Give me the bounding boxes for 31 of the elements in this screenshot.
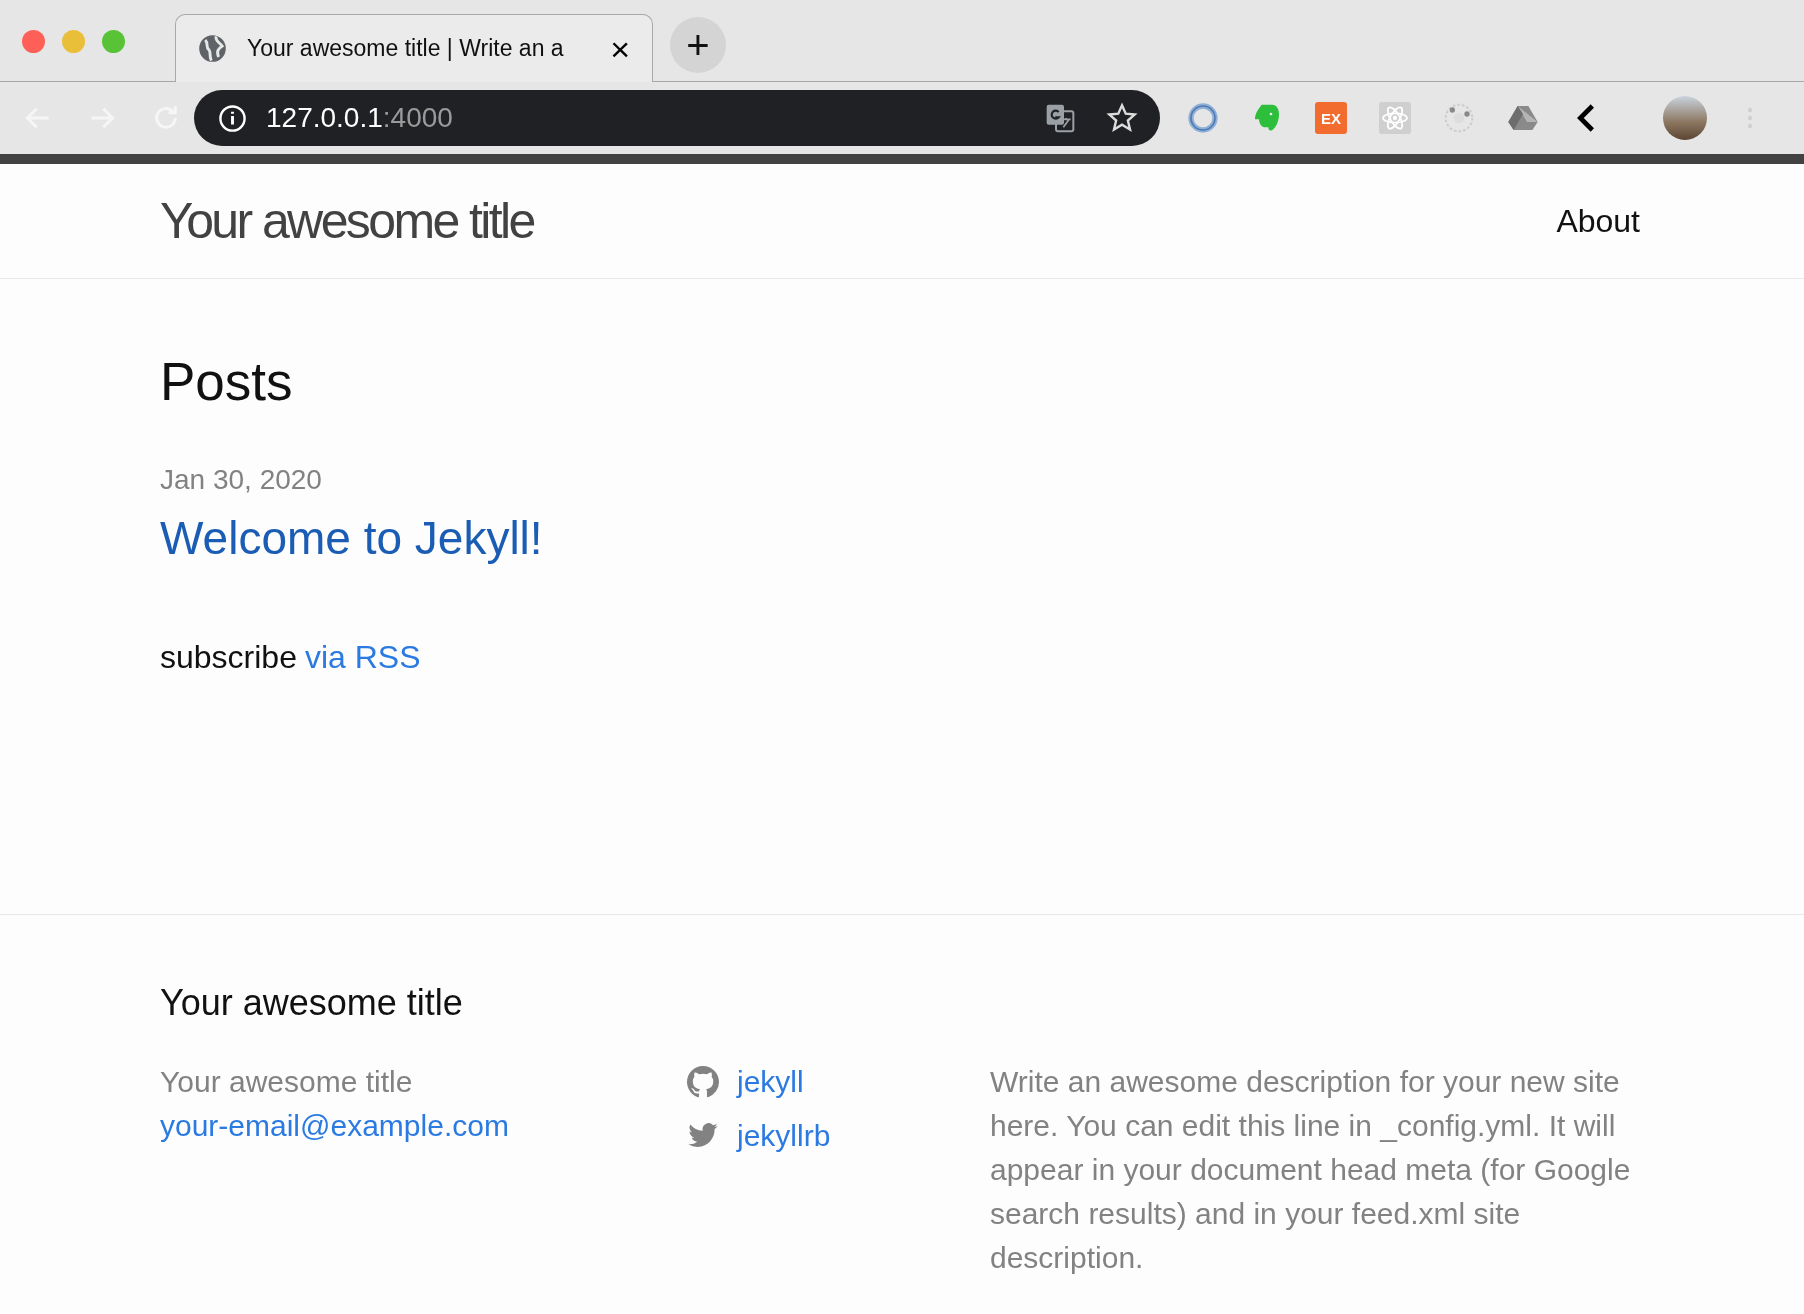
post-date: Jan 30, 2020 — [160, 464, 323, 496]
new-tab-button[interactable]: + — [670, 17, 726, 73]
star-icon[interactable] — [1106, 102, 1138, 134]
rss-link[interactable]: via RSS — [304, 639, 421, 676]
minimize-window-button[interactable] — [62, 30, 85, 53]
nav-link[interactable]: About — [1556, 202, 1640, 239]
contact-name: Your awesome title — [160, 1064, 414, 1100]
atom-extension-icon[interactable] — [1379, 102, 1411, 134]
site-description: Write an awesome description for your new site here. You can edit this line in _config.yml. It will appear in your document head meta (for Google search results) and in your feed.xml site description. — [990, 1064, 1632, 1276]
browser-tab[interactable]: Your awesome title | Write an a × — [175, 14, 653, 82]
site-title[interactable]: Your awesome title — [160, 192, 534, 250]
address-bar[interactable]: 127.0.0.1:4000 — [194, 90, 1160, 146]
post-title-link[interactable]: Welcome to Jekyll! — [160, 511, 1644, 565]
social-link[interactable]: jekyllrb — [737, 1114, 831, 1158]
url-text: 127.0.0.1:4000 — [266, 102, 454, 134]
maximize-window-button[interactable] — [102, 30, 125, 53]
email-link[interactable]: your-email@example.com — [160, 1104, 687, 1148]
ring-extension-icon[interactable] — [1187, 102, 1219, 134]
translate-icon[interactable] — [1044, 102, 1076, 134]
subscribe-text: subscribe — [160, 639, 297, 676]
globe-icon — [198, 34, 227, 63]
tab-title: Your awesome title | Write an a — [247, 35, 565, 62]
footer-title: Your awesome title — [160, 982, 464, 1024]
target-extension-icon[interactable] — [1443, 102, 1475, 134]
social-link[interactable]: jekyll — [737, 1060, 804, 1104]
github-icon — [687, 1066, 719, 1098]
info-icon[interactable] — [218, 103, 247, 133]
close-tab-button[interactable]: × — [610, 31, 630, 66]
close-window-button[interactable] — [22, 30, 45, 53]
profile-avatar[interactable] — [1663, 96, 1707, 140]
page-heading: Posts — [160, 351, 294, 412]
